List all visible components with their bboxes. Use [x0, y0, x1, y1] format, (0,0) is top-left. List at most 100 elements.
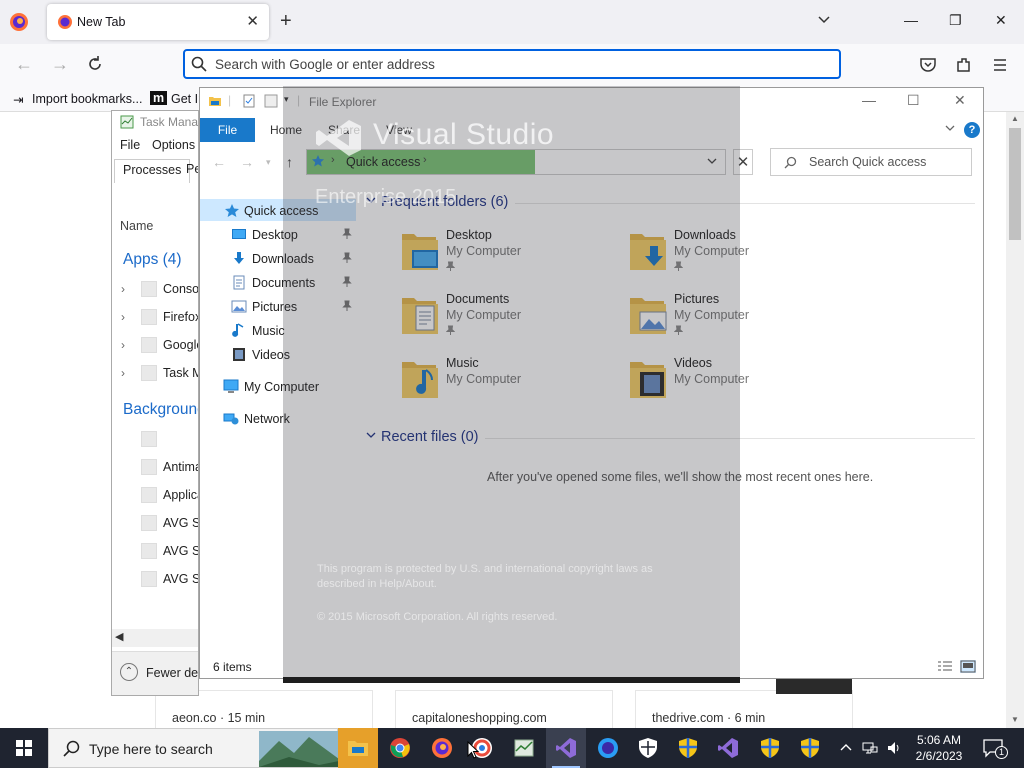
scrollbar-thumb[interactable] [1009, 128, 1021, 240]
taskbar-firefox[interactable] [422, 728, 462, 768]
folder-tile-downloads[interactable]: Downloads My Computer [628, 228, 828, 280]
breadcrumb-separator[interactable]: › [423, 154, 427, 166]
explorer-minimize-icon[interactable]: — [862, 92, 876, 108]
new-tab-button[interactable]: + [280, 10, 292, 32]
customize-toolbar-icon[interactable]: ▾ [284, 94, 289, 105]
explorer-title-bar[interactable]: | ▾ | File Explorer — ☐ ✕ [200, 88, 983, 116]
details-view-icon[interactable] [937, 660, 953, 673]
url-bar[interactable] [183, 49, 841, 79]
tm-tab-performance[interactable]: Performance [178, 159, 198, 183]
task-manager-window[interactable]: Task Manager File Options Processes Perf… [111, 110, 199, 696]
help-icon[interactable]: ? [964, 122, 980, 138]
close-tab-icon[interactable]: ✕ [246, 12, 259, 30]
nav-desktop[interactable]: Desktop [200, 223, 356, 245]
extensions-icon[interactable] [955, 56, 973, 74]
forward-icon[interactable]: → [49, 54, 71, 76]
close-window-icon[interactable]: ✕ [995, 12, 1007, 29]
reload-icon[interactable] [86, 55, 104, 73]
address-dropdown-icon[interactable] [707, 156, 717, 166]
tm-menu-options[interactable]: Options [152, 138, 195, 152]
taskbar-visual-studio[interactable] [546, 728, 586, 768]
taskbar-uac-3[interactable] [790, 728, 830, 768]
expand-icon[interactable]: › [121, 310, 125, 324]
explorer-search-box[interactable] [770, 148, 972, 176]
folder-tile-music[interactable]: Music My Computer [400, 356, 600, 408]
scroll-down-icon[interactable]: ▼ [1011, 715, 1019, 724]
minimize-icon[interactable]: — [904, 12, 918, 28]
show-hidden-icons-chevron-icon[interactable] [838, 740, 854, 756]
tm-menu-file[interactable]: File [120, 138, 140, 152]
breadcrumb-separator[interactable]: › [331, 154, 335, 166]
table-row[interactable]: AVG Secure Browser [112, 569, 198, 591]
folder-tile-pictures[interactable]: Pictures My Computer [628, 292, 828, 344]
nav-my-computer[interactable]: My Computer [200, 375, 356, 397]
taskbar-security[interactable] [628, 728, 668, 768]
explorer-search-input[interactable] [809, 155, 964, 169]
folder-tile-documents[interactable]: Documents My Computer [400, 292, 600, 344]
recent-files-header[interactable]: Recent files (0) [365, 429, 479, 445]
explorer-close-icon[interactable]: ✕ [954, 92, 966, 109]
recent-locations-icon[interactable]: ▾ [266, 157, 271, 168]
ribbon-tab-home[interactable]: Home [266, 118, 306, 142]
nav-downloads[interactable]: Downloads [200, 247, 356, 269]
table-row[interactable]: Application Frame Host [112, 485, 198, 507]
table-row[interactable]: ›Google Chrome [112, 335, 198, 357]
expand-icon[interactable]: › [121, 282, 125, 296]
taskbar-chrome[interactable] [380, 728, 420, 768]
expand-icon[interactable]: › [121, 366, 125, 380]
url-input[interactable] [215, 55, 815, 73]
nav-documents[interactable]: Documents [200, 271, 356, 293]
properties-icon[interactable] [242, 94, 256, 108]
explorer-address-bar[interactable]: › Quick access › [306, 149, 726, 175]
nav-quick-access[interactable]: Quick access [200, 199, 356, 221]
nav-pictures[interactable]: Pictures [200, 295, 356, 317]
taskbar-search-box[interactable]: Type here to search [48, 728, 339, 768]
maximize-icon[interactable]: ❐ [949, 12, 962, 29]
back-icon[interactable]: ← [13, 54, 35, 76]
nav-music[interactable]: Music [200, 319, 356, 341]
file-explorer-window[interactable]: | ▾ | File Explorer — ☐ ✕ File Home Shar… [199, 87, 984, 679]
breadcrumb-quick-access[interactable]: Quick access [346, 155, 420, 169]
table-row[interactable]: ›Task Manager [112, 363, 198, 385]
up-folder-icon[interactable]: ↑ [286, 154, 293, 170]
windows-start-icon[interactable] [0, 728, 48, 768]
table-row[interactable]: Antimalware Service Executable [112, 457, 198, 479]
large-icons-view-icon[interactable] [960, 660, 976, 673]
taskbar-clock[interactable]: 5:06 AM 2/6/2023 [908, 732, 970, 764]
network-status-icon[interactable] [862, 740, 878, 756]
frequent-folders-header[interactable]: Frequent folders (6) [365, 194, 508, 210]
expand-icon[interactable]: › [121, 338, 125, 352]
pin-icon[interactable] [342, 252, 352, 264]
new-folder-icon[interactable] [264, 94, 278, 108]
table-row[interactable] [112, 429, 198, 451]
pin-icon[interactable] [342, 300, 352, 312]
fewer-details-link[interactable]: Fewer details [146, 666, 198, 680]
ribbon-tab-share[interactable]: Share [324, 118, 364, 142]
tm-horizontal-scrollbar[interactable]: ◀ [112, 629, 198, 647]
taskbar-firefox-dev[interactable] [588, 728, 628, 768]
refresh-icon[interactable]: ✕ [733, 149, 753, 175]
pin-icon[interactable] [342, 228, 352, 240]
table-row[interactable]: AVG Secure Browser [112, 513, 198, 535]
expand-ribbon-icon[interactable] [944, 122, 956, 134]
taskbar-visual-studio-2[interactable] [708, 728, 748, 768]
scroll-up-icon[interactable]: ▲ [1011, 114, 1019, 123]
explorer-back-icon[interactable]: ← [212, 154, 226, 170]
firefox-icon[interactable] [9, 12, 29, 32]
scroll-left-icon[interactable]: ◀ [115, 630, 123, 643]
table-row[interactable]: ›Console Window Host [112, 279, 198, 301]
list-all-tabs-icon[interactable] [816, 12, 832, 28]
table-row[interactable]: › Firefox [112, 307, 198, 329]
import-bookmarks-link[interactable]: Import bookmarks... [32, 92, 142, 106]
taskbar-file-explorer[interactable] [338, 728, 378, 768]
volume-icon[interactable] [886, 740, 902, 756]
taskbar-uac-2[interactable] [750, 728, 790, 768]
nav-videos[interactable]: Videos [200, 343, 356, 365]
nav-network[interactable]: Network [200, 407, 356, 429]
explorer-maximize-icon[interactable]: ☐ [907, 92, 920, 109]
explorer-forward-icon[interactable]: → [240, 154, 254, 170]
ribbon-tab-view[interactable]: View [382, 118, 416, 142]
folder-tile-desktop[interactable]: Desktop My Computer [400, 228, 600, 280]
story-tile[interactable]: thedrive.com · 6 min [635, 690, 853, 728]
taskbar-task-manager[interactable] [504, 728, 544, 768]
